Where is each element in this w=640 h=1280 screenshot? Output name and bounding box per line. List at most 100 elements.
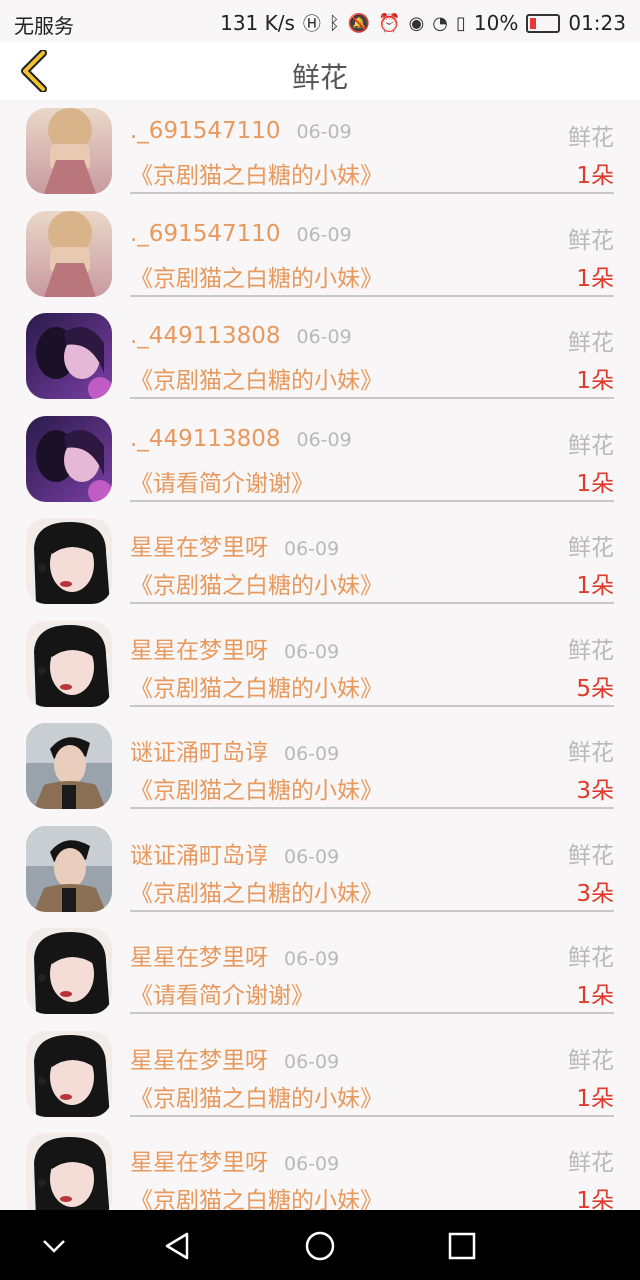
- gift-count: 1朵: [576, 983, 614, 1009]
- gift-count: 1朵: [576, 368, 614, 394]
- gift-date: 06-09: [284, 948, 340, 970]
- avatar[interactable]: [26, 313, 112, 399]
- work-title[interactable]: 《京剧猫之白糖的小妹》: [130, 566, 383, 600]
- page-title: 鲜花: [291, 61, 348, 94]
- gift-date: 06-09: [284, 640, 340, 663]
- sender-name[interactable]: 谜证涌町岛谆 06-09: [130, 733, 339, 767]
- gift-count: 1朵: [576, 265, 614, 292]
- sender-name[interactable]: 星星在梦里呀 06-09: [130, 631, 339, 665]
- eye-icon: ◉: [408, 12, 425, 34]
- sender-name-text: 星星在梦里呀: [130, 1150, 268, 1176]
- work-title[interactable]: 《京剧猫之白糖的小妹》: [130, 361, 383, 395]
- gift-date: 06-09: [284, 538, 340, 560]
- work-title[interactable]: 《京剧猫之白糖的小妹》: [130, 1181, 383, 1210]
- gift-count: 3朵: [576, 778, 614, 804]
- gift-type: 鲜花: [568, 945, 614, 971]
- bluetooth-icon: ᛒ: [328, 12, 340, 34]
- gift-type: 鲜花: [568, 1047, 614, 1074]
- avatar[interactable]: [26, 108, 112, 194]
- gift-type: 鲜花: [568, 125, 614, 151]
- sender-name[interactable]: ._449113808 06-09: [130, 323, 352, 349]
- sender-name[interactable]: 星星在梦里呀 06-09: [130, 1041, 339, 1075]
- item-info: ._691547110 06-09 鲜花 《京剧猫之白糖的小妹》 1朵: [130, 203, 614, 297]
- item-info: 星星在梦里呀 06-09 鲜花 《请看简介谢谢》 1朵: [130, 920, 614, 1014]
- work-title[interactable]: 《京剧猫之白糖的小妹》: [130, 874, 383, 908]
- list-item[interactable]: 星星在梦里呀 06-09 鲜花 《京剧猫之白糖的小妹》 1朵: [0, 1125, 640, 1210]
- flower-list[interactable]: ._691547110 06-09 鲜花 《京剧猫之白糖的小妹》 1朵 ._691…: [0, 100, 640, 1210]
- item-info: 星星在梦里呀 06-09 鲜花 《京剧猫之白糖的小妹》 1朵: [130, 510, 614, 604]
- sender-name[interactable]: 谜证涌町岛谆 06-09: [130, 836, 339, 870]
- gift-count: 3朵: [576, 880, 614, 907]
- avatar[interactable]: [26, 210, 112, 297]
- avatar[interactable]: [26, 1133, 112, 1210]
- collapse-icon[interactable]: [36, 1228, 72, 1264]
- list-item[interactable]: 星星在梦里呀 06-09 鲜花 《京剧猫之白糖的小妹》 1朵: [0, 1023, 640, 1126]
- list-item[interactable]: 谜证涌町岛谆 06-09 鲜花 《京剧猫之白糖的小妹》 3朵: [0, 818, 640, 921]
- gift-count: 1朵: [576, 1085, 614, 1112]
- gift-date: 06-09: [284, 743, 340, 765]
- status-right: 131 K/s Ⓗ ᛒ 🔕 ⏰ ◉ ◔ ▯ 10% 01:23: [220, 10, 626, 36]
- list-item[interactable]: ._691547110 06-09 鲜花 《京剧猫之白糖的小妹》 1朵: [0, 100, 640, 203]
- list-item[interactable]: 星星在梦里呀 06-09 鲜花 《京剧猫之白糖的小妹》 5朵: [0, 613, 640, 716]
- list-item[interactable]: ._691547110 06-09 鲜花 《京剧猫之白糖的小妹》 1朵: [0, 203, 640, 306]
- work-title[interactable]: 《京剧猫之白糖的小妹》: [130, 259, 383, 293]
- gift-date: 06-09: [284, 845, 340, 868]
- alarm-icon: ⏰: [378, 12, 401, 34]
- gift-date: 06-09: [296, 223, 352, 246]
- sender-name-text: 星星在梦里呀: [130, 945, 268, 971]
- gift-type: 鲜花: [568, 1150, 614, 1176]
- gift-count: 5朵: [576, 675, 614, 702]
- work-title[interactable]: 《京剧猫之白糖的小妹》: [130, 156, 383, 190]
- avatar[interactable]: [26, 928, 112, 1014]
- sender-name[interactable]: 星星在梦里呀 06-09: [130, 1143, 339, 1177]
- sender-name[interactable]: ._449113808 06-09: [130, 426, 352, 452]
- sender-name[interactable]: ._691547110 06-09: [130, 118, 352, 144]
- recents-square-icon[interactable]: [444, 1228, 480, 1264]
- sender-name[interactable]: ._691547110 06-09: [130, 221, 352, 247]
- work-title[interactable]: 《京剧猫之白糖的小妹》: [130, 669, 383, 703]
- avatar[interactable]: [26, 825, 112, 912]
- gift-type: 鲜花: [568, 535, 614, 561]
- avatar[interactable]: [26, 518, 112, 604]
- gift-date: 06-09: [296, 326, 352, 348]
- home-circle-icon[interactable]: [302, 1228, 338, 1264]
- gift-date: 06-09: [296, 121, 352, 143]
- avatar[interactable]: [26, 415, 112, 502]
- sender-name-text: ._691547110: [130, 118, 281, 144]
- avatar[interactable]: [26, 723, 112, 809]
- item-info: 星星在梦里呀 06-09 鲜花 《京剧猫之白糖的小妹》 5朵: [130, 613, 614, 707]
- sender-name-text: 谜证涌町岛谆: [130, 842, 268, 869]
- work-title[interactable]: 《京剧猫之白糖的小妹》: [130, 771, 383, 805]
- gift-type: 鲜花: [568, 330, 614, 356]
- sender-name-text: 谜证涌町岛谆: [130, 740, 268, 766]
- item-info: ._449113808 06-09 鲜花 《请看简介谢谢》 1朵: [130, 408, 614, 502]
- list-item[interactable]: ._449113808 06-09 鲜花 《京剧猫之白糖的小妹》 1朵: [0, 305, 640, 408]
- gift-date: 06-09: [284, 1050, 340, 1073]
- gift-count: 1朵: [576, 573, 614, 599]
- list-item[interactable]: 谜证涌町岛谆 06-09 鲜花 《京剧猫之白糖的小妹》 3朵: [0, 715, 640, 818]
- back-triangle-icon[interactable]: [160, 1228, 196, 1264]
- gift-count: 1朵: [576, 1188, 614, 1210]
- work-title[interactable]: 《京剧猫之白糖的小妹》: [130, 1079, 383, 1113]
- item-info: 谜证涌町岛谆 06-09 鲜花 《京剧猫之白糖的小妹》 3朵: [130, 818, 614, 912]
- system-nav-bar: [0, 1210, 640, 1280]
- sender-name[interactable]: 星星在梦里呀 06-09: [130, 528, 339, 562]
- work-title[interactable]: 《请看简介谢谢》: [130, 976, 314, 1010]
- sender-name[interactable]: 星星在梦里呀 06-09: [130, 938, 339, 972]
- gift-type: 鲜花: [568, 637, 614, 664]
- battery-percent: 10%: [473, 11, 519, 35]
- item-info: 星星在梦里呀 06-09 鲜花 《京剧猫之白糖的小妹》 1朵: [130, 1023, 614, 1117]
- item-info: ._449113808 06-09 鲜花 《京剧猫之白糖的小妹》 1朵: [130, 305, 614, 399]
- sender-name-text: 星星在梦里呀: [130, 637, 268, 664]
- work-title[interactable]: 《请看简介谢谢》: [130, 464, 314, 498]
- battery-icon: [526, 13, 561, 33]
- list-item[interactable]: 星星在梦里呀 06-09 鲜花 《请看简介谢谢》 1朵: [0, 920, 640, 1023]
- clock: 01:23: [568, 11, 626, 35]
- list-item[interactable]: ._449113808 06-09 鲜花 《请看简介谢谢》 1朵: [0, 408, 640, 511]
- list-item[interactable]: 星星在梦里呀 06-09 鲜花 《京剧猫之白糖的小妹》 1朵: [0, 510, 640, 613]
- avatar[interactable]: [26, 1030, 112, 1117]
- sender-name-text: ._449113808: [130, 425, 281, 452]
- avatar[interactable]: [26, 620, 112, 707]
- mute-icon: 🔕: [347, 12, 371, 34]
- gift-date: 06-09: [284, 1153, 340, 1175]
